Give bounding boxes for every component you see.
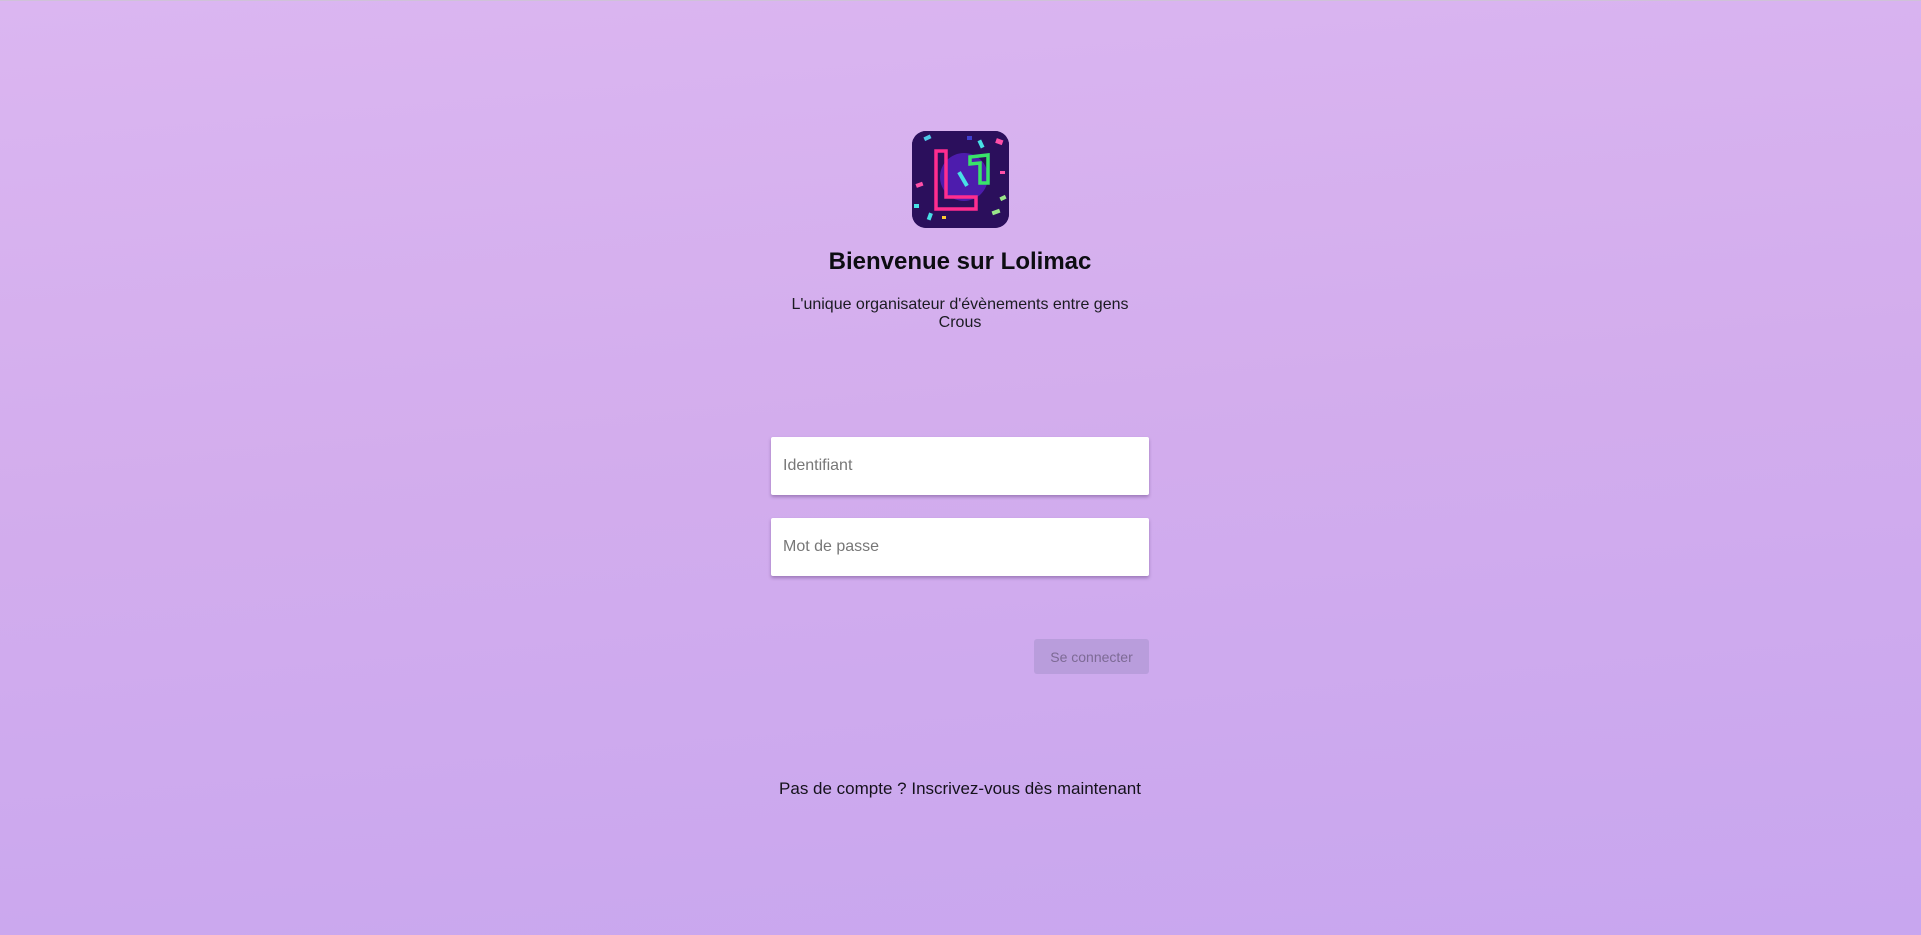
register-prompt: Pas de compte ? Inscrivez-vous dès maint… <box>771 779 1149 799</box>
password-input[interactable] <box>771 518 1149 576</box>
register-prefix: Pas de compte ? <box>779 779 912 798</box>
top-border <box>0 0 1921 1</box>
username-field <box>771 437 1149 495</box>
register-link[interactable]: Inscrivez-vous dès maintenant <box>911 779 1141 798</box>
lolimac-logo-icon <box>912 131 1009 228</box>
username-input[interactable] <box>771 437 1149 495</box>
page-subtitle: L'unique organisateur d'évènements entre… <box>791 296 1129 331</box>
page-title: Bienvenue sur Lolimac <box>828 248 1092 275</box>
password-field <box>771 518 1149 576</box>
login-button[interactable]: Se connecter <box>1034 639 1149 674</box>
